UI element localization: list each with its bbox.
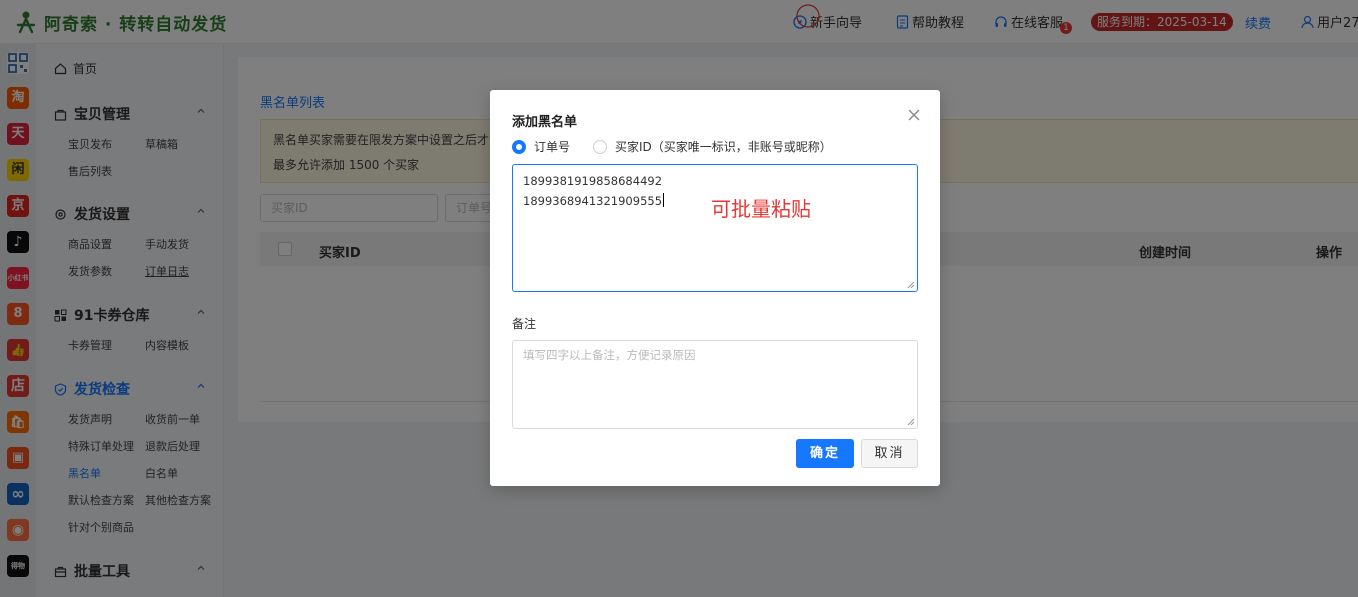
confirm-button[interactable]: 确定 [796, 439, 854, 468]
radio-buyer-id-label: 买家ID（买家唯一标识，非账号或昵称） [615, 140, 832, 154]
radio-unchecked-icon [593, 139, 607, 154]
text-caret [663, 193, 665, 207]
add-blacklist-dialog: 添加黑名单 订单号 买家ID（买家唯一标识，非账号或昵称） 1899381919… [490, 90, 940, 486]
cancel-button[interactable]: 取消 [861, 439, 918, 468]
remark-placeholder: 填写四字以上备注，方便记录原因 [523, 348, 696, 362]
ids-textarea[interactable]: 1899381919858684492 1899368941321909555 [512, 164, 918, 292]
resize-handle-icon[interactable] [907, 418, 915, 426]
remark-label: 备注 [512, 317, 537, 331]
dialog-title: 添加黑名单 [512, 115, 578, 130]
close-icon[interactable] [907, 108, 921, 122]
radio-order-no-label: 订单号 [534, 140, 571, 154]
resize-handle-icon[interactable] [907, 281, 915, 289]
batch-paste-hint: 可批量粘贴 [711, 197, 811, 221]
remark-textarea[interactable]: 填写四字以上备注，方便记录原因 [512, 340, 918, 429]
radio-order-no[interactable]: 订单号 [512, 138, 570, 155]
radio-checked-icon [512, 139, 526, 154]
id-line-2: 1899368941321909555 [523, 194, 663, 208]
radio-buyer-id[interactable]: 买家ID（买家唯一标识，非账号或昵称） [593, 138, 832, 155]
id-line-1: 1899381919858684492 [523, 174, 663, 188]
